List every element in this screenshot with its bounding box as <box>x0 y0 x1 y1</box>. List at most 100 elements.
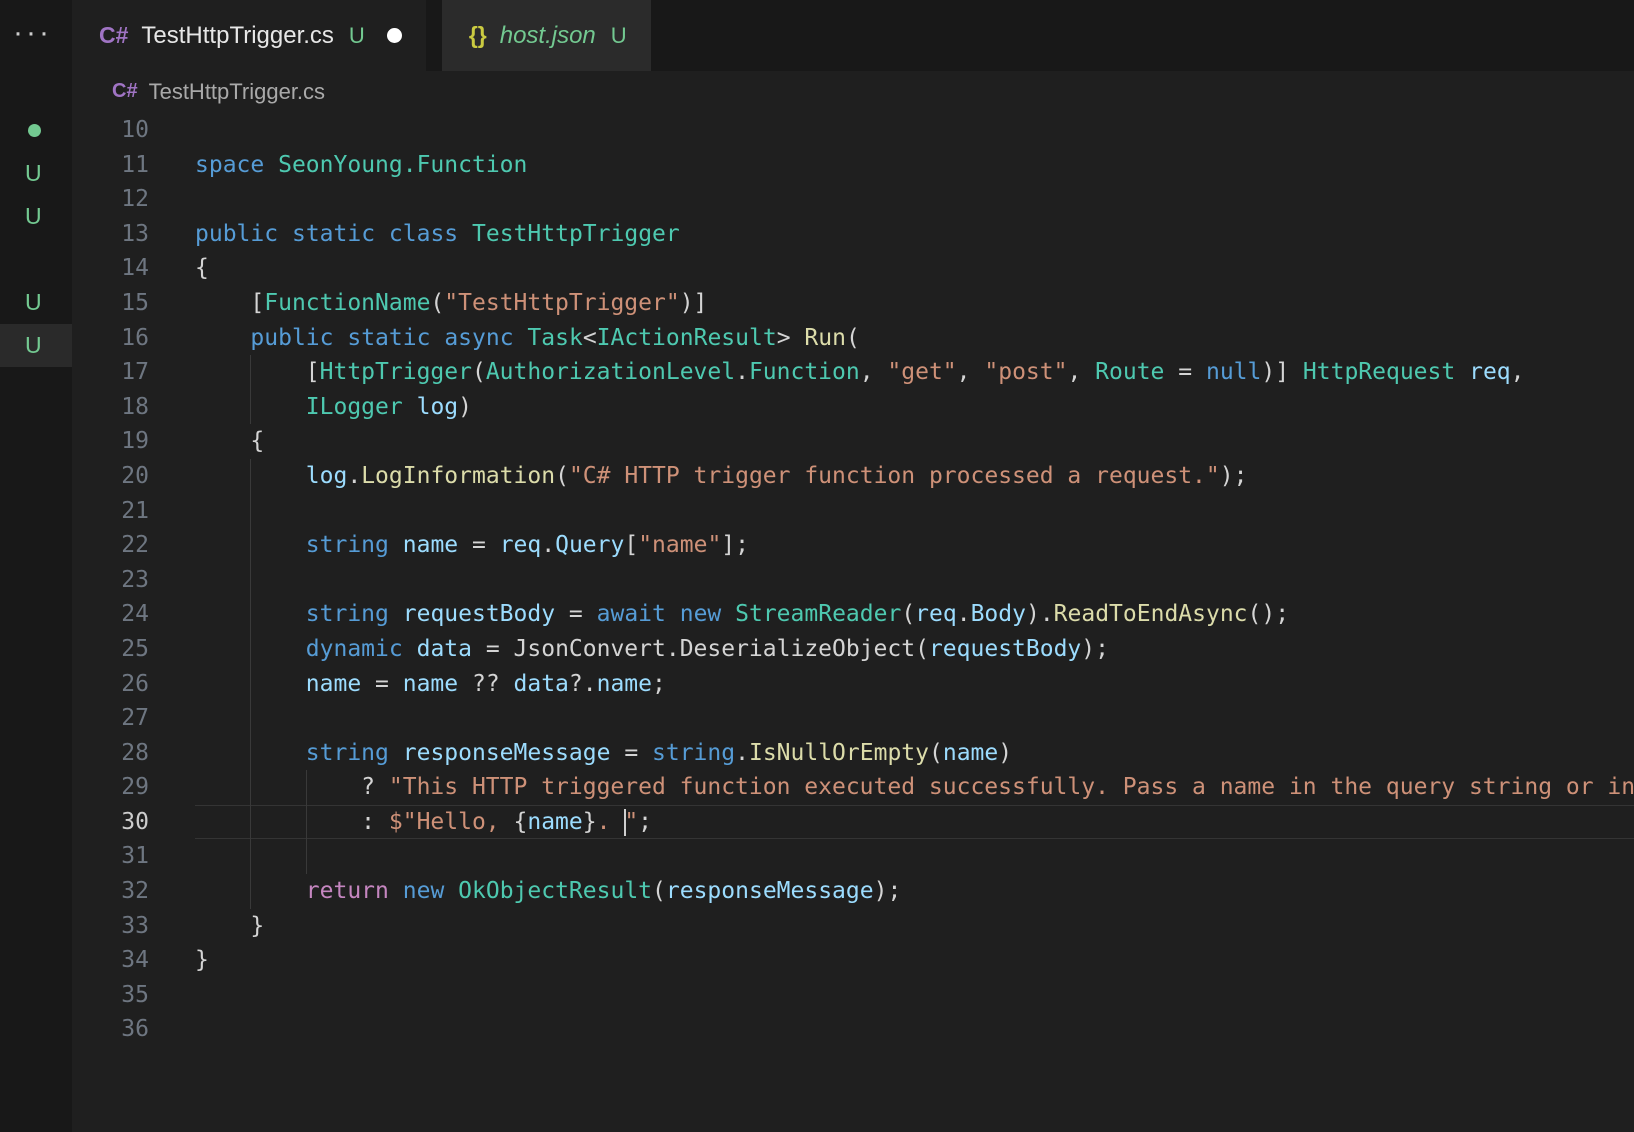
line-number-11[interactable]: 11 <box>72 148 149 183</box>
code-line-12[interactable]: { <box>195 182 1634 217</box>
code-line-28[interactable]: string responseMessage = string.IsNullOr… <box>195 735 1634 771</box>
code-line-22[interactable]: string name = req.Query["name"]; <box>195 528 1634 563</box>
tab-label: TestHttpTrigger.cs <box>141 21 334 49</box>
line-number-26[interactable]: 26 <box>72 667 149 702</box>
line-number-30[interactable]: 30 <box>72 805 149 840</box>
line-number-20[interactable]: 20 <box>72 459 149 494</box>
tab-host-json[interactable]: {} host.json U <box>441 0 651 71</box>
line-number-32[interactable]: 32 <box>72 874 149 909</box>
line-number-10[interactable]: 10 <box>72 113 149 148</box>
code-line-10[interactable] <box>195 113 1634 148</box>
line-number-33[interactable]: 33 <box>72 909 149 944</box>
code-lines: namespace SeonYoung.Function { public sta… <box>195 113 1634 1047</box>
line-number-18[interactable]: 18 <box>72 390 149 425</box>
code-line-26[interactable]: name = name ?? data?.name; <box>195 666 1634 702</box>
line-number-16[interactable]: 16 <box>72 321 149 356</box>
code-text: ILogger log) <box>305 393 472 420</box>
indent-guide <box>250 389 252 425</box>
explorer-sidebar: ··· UUUU <box>0 0 72 1132</box>
line-number-17[interactable]: 17 <box>72 355 149 390</box>
code-line-16[interactable]: public static async Task<IActionResult> … <box>195 321 1634 356</box>
line-number-21[interactable]: 21 <box>72 494 149 529</box>
line-number-36[interactable]: 36 <box>72 1012 149 1047</box>
modified-dot-icon[interactable] <box>386 28 402 43</box>
indent-guide <box>250 493 252 529</box>
csharp-file-icon: C# <box>99 22 129 48</box>
code-line-33[interactable]: } <box>195 909 1634 944</box>
code-line-29[interactable]: ? "This HTTP triggered function executed… <box>195 770 1634 805</box>
code-line-25[interactable]: dynamic data = JsonConvert.DeserializeOb… <box>195 631 1634 667</box>
line-number-27[interactable]: 27 <box>72 701 149 736</box>
code-line-21[interactable] <box>195 493 1634 529</box>
indent-guide <box>250 562 252 598</box>
git-untracked-badge: U <box>25 332 42 358</box>
code-area[interactable]: namespace SeonYoung.Function { public sta… <box>195 112 1634 1132</box>
line-number-14[interactable]: 14 <box>72 251 149 286</box>
explorer-row-5[interactable]: U <box>0 281 72 324</box>
line-number-13[interactable]: 13 <box>72 217 149 252</box>
line-number-25[interactable]: 25 <box>72 632 149 667</box>
line-number-34[interactable]: 34 <box>72 943 149 978</box>
code-line-36[interactable] <box>195 1012 1634 1047</box>
line-number-31[interactable]: 31 <box>72 839 149 874</box>
code-line-24[interactable]: string requestBody = await new StreamRea… <box>195 597 1634 632</box>
code-line-30[interactable]: : $"Hello, {name}. "; <box>195 804 1634 840</box>
breadcrumb[interactable]: C# TestHttpTrigger.cs <box>72 71 1634 112</box>
code-line-18[interactable]: ILogger log) <box>195 389 1634 425</box>
indent-guide <box>250 355 252 390</box>
explorer-row-6[interactable]: U <box>0 324 72 367</box>
code-line-20[interactable]: log.LogInformation("C# HTTP trigger func… <box>195 458 1634 494</box>
code-line-34[interactable]: } <box>195 943 1634 978</box>
code-line-27[interactable] <box>195 701 1634 736</box>
code-line-23[interactable] <box>195 562 1634 598</box>
explorer-row-4[interactable] <box>0 238 72 281</box>
indent-guide <box>250 528 252 563</box>
csharp-file-icon: C# <box>112 80 138 102</box>
git-untracked-badge: U <box>25 289 42 315</box>
code-text: { <box>195 255 209 282</box>
git-modified-dot-icon <box>28 124 41 137</box>
indent-guide <box>305 770 307 805</box>
vscode-window: ··· UUUU C# TestHttpTrigger.cs U {} host.jso… <box>0 0 1634 1132</box>
code-line-11[interactable]: namespace SeonYoung.Function <box>195 148 1634 183</box>
line-number-23[interactable]: 23 <box>72 563 149 598</box>
code-line-32[interactable]: return new OkObjectResult(responseMessag… <box>195 874 1634 909</box>
tab-bar: C# TestHttpTrigger.cs U {} host.json U <box>72 0 1634 71</box>
code-text: } <box>250 912 265 939</box>
indent-guide <box>250 631 252 667</box>
overflow-menu-icon[interactable]: ··· <box>13 18 52 48</box>
indent-guide <box>305 839 307 875</box>
explorer-row-2[interactable]: U <box>0 152 72 195</box>
code-line-35[interactable]: } <box>195 978 1634 1013</box>
tab-testhttptrigger-cs[interactable]: C# TestHttpTrigger.cs U <box>72 0 426 71</box>
line-number-29[interactable]: 29 <box>72 770 149 805</box>
code-editor[interactable]: 10 11 12 13 14 15 16 17 18 19 20 21 22 23 24 25 26 27 28 29… <box>72 112 1634 1132</box>
code-text: [FunctionName("TestHttpTrigger")] <box>250 289 708 316</box>
line-number-24[interactable]: 24 <box>72 597 149 632</box>
code-line-15[interactable]: [FunctionName("TestHttpTrigger")] <box>195 286 1634 321</box>
git-untracked-badge: U <box>25 160 42 186</box>
line-number-19[interactable]: 19 <box>72 424 149 459</box>
code-line-13[interactable]: public static class TestHttpTrigger <box>195 217 1634 252</box>
indent-guide <box>250 804 252 840</box>
code-line-14[interactable]: { <box>195 251 1634 286</box>
line-number-28[interactable]: 28 <box>72 736 149 771</box>
line-number-22[interactable]: 22 <box>72 528 149 563</box>
indent-guide <box>250 735 252 771</box>
code-text: namespace SeonYoung.Function <box>195 151 528 178</box>
code-line-19[interactable]: { <box>195 424 1634 459</box>
code-text: log.LogInformation("C# HTTP trigger func… <box>305 462 1248 489</box>
explorer-row-3[interactable]: U <box>0 195 72 238</box>
indent-guide <box>305 804 307 840</box>
indent-guide <box>250 666 252 702</box>
line-number-12[interactable]: 12 <box>72 182 149 217</box>
code-line-31[interactable] <box>195 839 1634 875</box>
code-line-17[interactable]: [HttpTrigger(AuthorizationLevel.Function… <box>195 355 1634 390</box>
indent-guide <box>250 770 252 805</box>
code-text: string responseMessage = string.IsNullOr… <box>305 739 1013 766</box>
indent-guide <box>250 839 252 875</box>
line-number-35[interactable]: 35 <box>72 978 149 1013</box>
indent-guide <box>250 701 252 736</box>
line-number-15[interactable]: 15 <box>72 286 149 321</box>
explorer-row-1[interactable] <box>0 109 72 152</box>
